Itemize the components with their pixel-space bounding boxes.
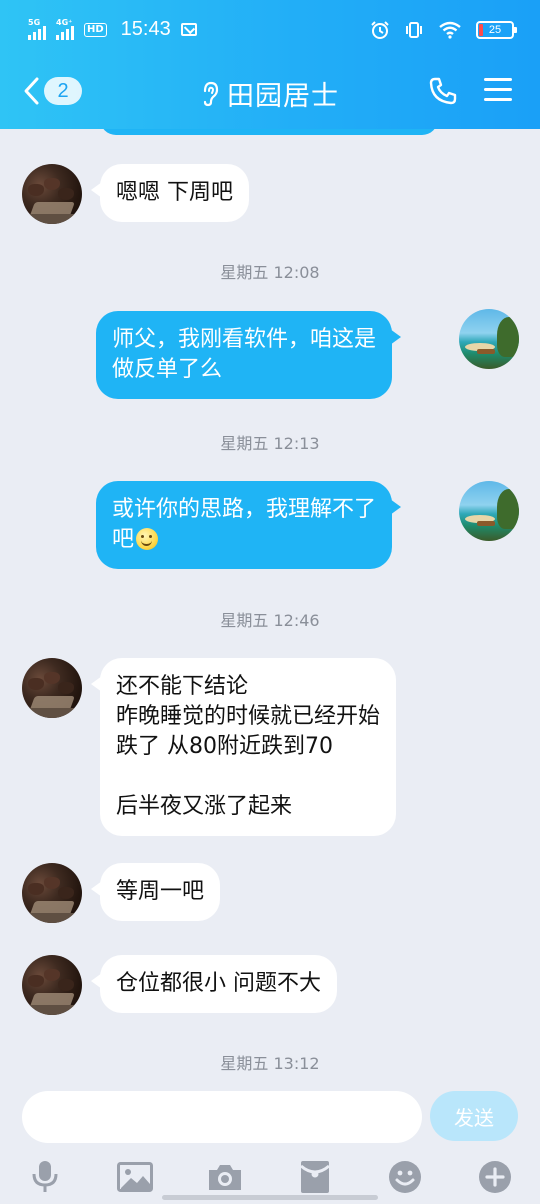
incoming-message[interactable]: 仓位都很小 问题不大 (91, 955, 337, 1013)
input-bar: 发送 (0, 1079, 540, 1204)
header: 5G 4G⁺ HD 15:43 25 2 田园居士 (0, 0, 540, 129)
status-time: 15:43 (120, 18, 171, 40)
message-text: 嗯嗯 下周吧 (116, 180, 233, 205)
message-text: 等周一吧 (116, 879, 205, 904)
message-text: 师父，我刚看软件，咱这是 (112, 327, 377, 352)
message-text: 跌了 从80附近跌到70 (116, 734, 333, 759)
status-bar: 5G 4G⁺ HD 15:43 25 (0, 0, 540, 60)
outgoing-message[interactable]: 师父，我刚看软件，咱这是 做反单了么 (96, 311, 402, 399)
message-text: 还不能下结论 (116, 674, 249, 699)
toolbar (0, 1157, 540, 1197)
mail-icon (180, 23, 197, 36)
camera-button[interactable] (205, 1157, 245, 1197)
image-button[interactable] (115, 1157, 155, 1197)
message-text: 仓位都很小 问题不大 (116, 971, 321, 996)
incoming-message[interactable]: 还不能下结论 昨晚睡觉的时候就已经开始 跌了 从80附近跌到70 后半夜又涨了起… (90, 658, 397, 836)
mic-icon (32, 1161, 58, 1192)
signal-4g-icon: 4G⁺ (56, 18, 78, 40)
menu-icon (484, 78, 512, 81)
voice-call-button[interactable] (428, 76, 458, 110)
red-packet-icon (300, 1161, 330, 1193)
send-button[interactable]: 发送 (430, 1091, 518, 1141)
message-text: 做反单了么 (112, 357, 223, 382)
message-text: 昨晚睡觉的时候就已经开始 (116, 704, 381, 729)
message-text: 后半夜又涨了起来 (116, 794, 293, 819)
menu-button[interactable] (484, 78, 512, 104)
timestamp: 星期五 12:46 (220, 611, 320, 630)
contact-avatar[interactable] (22, 164, 82, 224)
red-packet-button[interactable] (295, 1157, 335, 1197)
chat-title: 田园居士 (227, 81, 339, 112)
incoming-message[interactable]: 嗯嗯 下周吧 (91, 164, 249, 222)
chat-area[interactable]: 嗯嗯 下周吧 星期五 12:08 师父，我刚看软件，咱这是 做反单了么 星期五 … (0, 129, 540, 1079)
more-button[interactable] (475, 1157, 515, 1197)
title-bar: 2 田园居士 (0, 60, 540, 129)
my-avatar[interactable] (459, 481, 519, 541)
my-avatar[interactable] (459, 309, 519, 369)
signal-5g-icon: 5G (28, 18, 50, 40)
previous-message-bubble (100, 129, 438, 135)
home-indicator[interactable] (162, 1195, 378, 1200)
camera-icon (209, 1165, 241, 1190)
timestamp: 星期五 12:08 (220, 263, 320, 282)
voice-button[interactable] (25, 1157, 65, 1197)
image-icon (117, 1162, 153, 1192)
outgoing-message[interactable]: 或许你的思路，我理解不了 吧 (96, 481, 402, 569)
incoming-message[interactable]: 等周一吧 (90, 863, 221, 921)
alarm-icon (371, 21, 389, 39)
plus-icon (479, 1161, 511, 1193)
wifi-icon (439, 21, 461, 39)
contact-avatar[interactable] (22, 658, 82, 718)
message-text: 或许你的思路，我理解不了 (112, 497, 377, 522)
ear-icon (203, 81, 219, 106)
emoji-icon (389, 1161, 421, 1193)
hd-voice-icon: HD (84, 22, 107, 37)
message-text (116, 762, 380, 792)
battery-icon: 25 (476, 21, 517, 39)
phone-icon (429, 77, 457, 105)
message-text: 吧 (112, 527, 135, 552)
emoji-button[interactable] (385, 1157, 425, 1197)
vibrate-icon (406, 22, 422, 38)
timestamp: 星期五 13:12 (220, 1054, 320, 1073)
timestamp: 星期五 12:13 (220, 434, 320, 453)
contact-avatar[interactable] (22, 863, 82, 923)
smile-emoji-icon (136, 528, 159, 550)
contact-avatar[interactable] (22, 955, 82, 1015)
message-input[interactable] (22, 1091, 422, 1143)
